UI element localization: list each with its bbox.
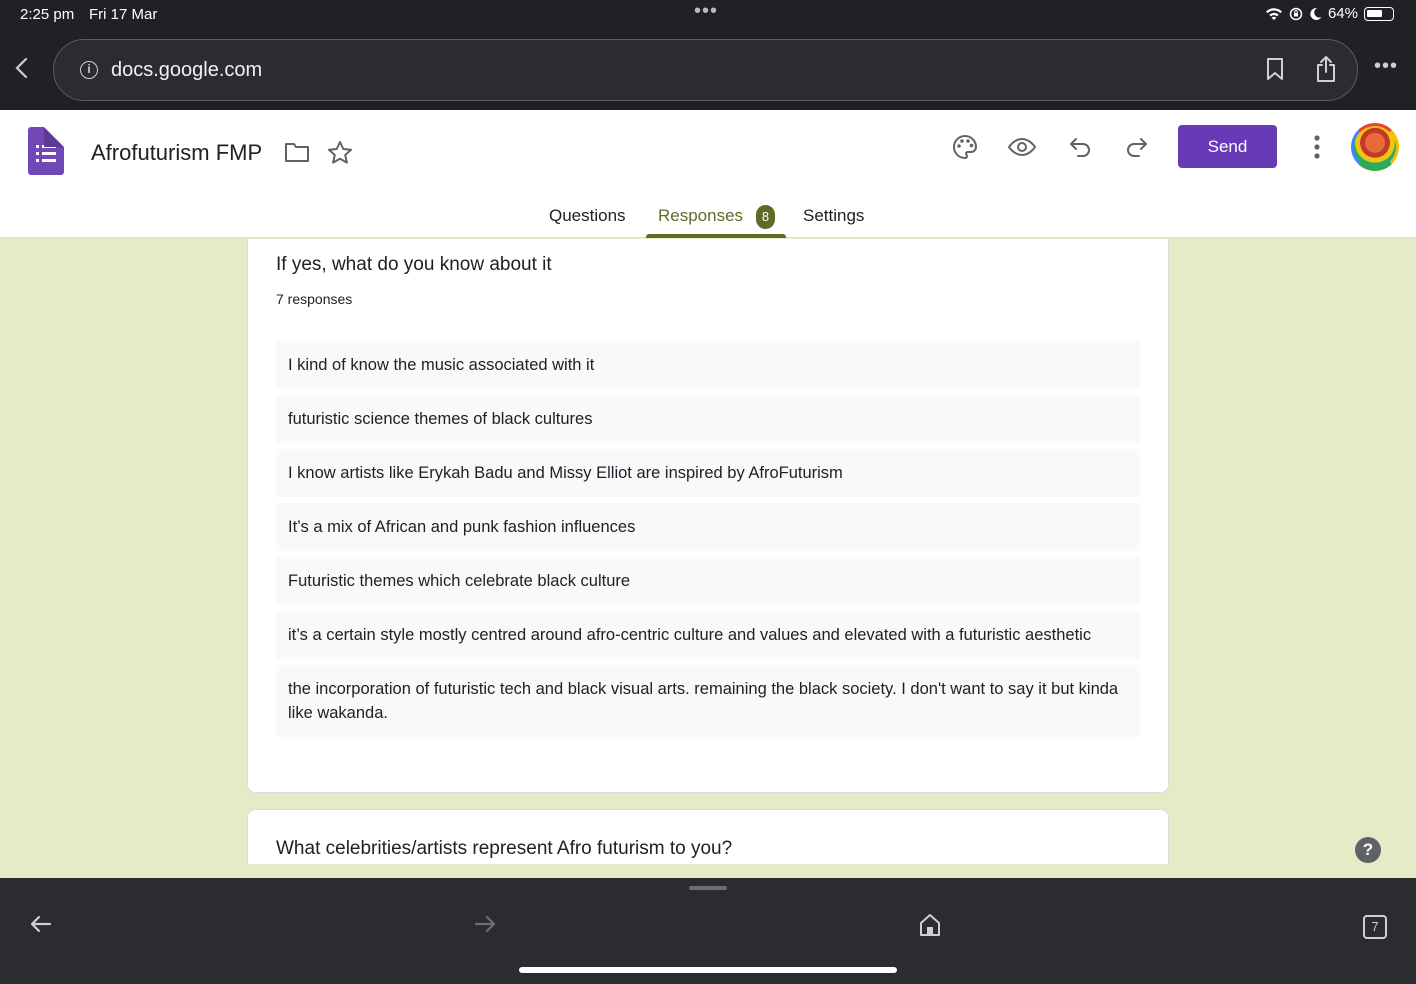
moon-icon <box>1310 7 1322 20</box>
rotation-lock-icon <box>1289 7 1303 20</box>
active-tab-indicator <box>646 234 786 238</box>
star-icon[interactable] <box>327 140 353 166</box>
help-icon[interactable]: ? <box>1355 837 1381 863</box>
status-date: Fri 17 Mar <box>89 6 158 23</box>
site-info-icon[interactable]: i <box>80 61 98 79</box>
response-card: If yes, what do you know about it 7 resp… <box>247 239 1169 793</box>
battery-percent: 64% <box>1327 5 1358 22</box>
response-item: the incorporation of futuristic tech and… <box>276 665 1140 737</box>
forms-header: Afrofuturism FMP Send Questions Response… <box>0 110 1416 238</box>
browser-menu-icon[interactable]: ••• <box>1374 55 1398 78</box>
bookmark-icon[interactable] <box>1265 57 1285 81</box>
response-card: What celebrities/artists represent Afro … <box>247 809 1169 864</box>
question-title: What celebrities/artists represent Afro … <box>276 838 733 859</box>
browser-toolbar: i docs.google.com ••• <box>0 30 1416 110</box>
send-button[interactable]: Send <box>1178 125 1277 168</box>
browser-bottom-toolbar: 7 <box>0 878 1416 984</box>
response-item: It’s a mix of African and punk fashion i… <box>276 503 1140 551</box>
responses-content[interactable]: If yes, what do you know about it 7 resp… <box>0 239 1416 864</box>
share-icon[interactable] <box>1315 55 1337 83</box>
form-tabs: Questions Responses 8 Settings <box>0 194 1416 238</box>
tab-switcher-button[interactable]: 7 <box>1363 915 1387 939</box>
undo-icon[interactable] <box>1068 133 1092 161</box>
logo-line <box>36 145 56 148</box>
back-arrow-icon[interactable] <box>29 912 53 936</box>
status-right: 64% <box>1265 5 1394 22</box>
tab-settings[interactable]: Settings <box>803 206 864 226</box>
response-item: it’s a certain style mostly centred arou… <box>276 611 1140 659</box>
form-title[interactable]: Afrofuturism FMP <box>91 140 262 166</box>
responses-count-badge: 8 <box>756 205 775 229</box>
response-item: Futuristic themes which celebrate black … <box>276 557 1140 605</box>
multitasking-dots-icon[interactable]: ••• <box>694 0 718 23</box>
tab-questions[interactable]: Questions <box>549 206 626 226</box>
home-indicator[interactable] <box>519 967 897 973</box>
forward-arrow-icon[interactable] <box>473 912 497 936</box>
url-text[interactable]: docs.google.com <box>111 59 262 82</box>
response-item: I kind of know the music associated with… <box>276 341 1140 389</box>
wifi-icon <box>1265 7 1282 20</box>
palette-icon[interactable] <box>951 133 979 161</box>
more-options-icon[interactable] <box>1313 134 1321 160</box>
address-bar[interactable]: i docs.google.com <box>53 39 1358 101</box>
folder-icon[interactable] <box>284 141 310 163</box>
home-icon[interactable] <box>918 912 942 938</box>
toolbar-grabber[interactable] <box>689 886 727 890</box>
logo-line <box>36 152 56 155</box>
account-avatar[interactable] <box>1351 123 1399 171</box>
status-time: 2:25 pm <box>20 6 75 23</box>
redo-icon[interactable] <box>1125 133 1149 161</box>
response-list: I kind of know the music associated with… <box>276 341 1140 743</box>
battery-icon <box>1364 6 1394 21</box>
preview-eye-icon[interactable] <box>1007 133 1037 161</box>
response-item: I know artists like Erykah Badu and Miss… <box>276 449 1140 497</box>
forms-logo-icon[interactable] <box>28 127 64 175</box>
tab-responses[interactable]: Responses <box>658 206 743 226</box>
back-chevron-icon[interactable] <box>14 54 28 86</box>
logo-line <box>36 159 56 162</box>
response-item: futuristic science themes of black cultu… <box>276 395 1140 443</box>
question-title: If yes, what do you know about it <box>276 254 552 275</box>
battery-fill <box>1367 9 1382 17</box>
response-count: 7 responses <box>276 291 353 307</box>
status-bar: 2:25 pm Fri 17 Mar ••• 64% <box>0 0 1416 30</box>
